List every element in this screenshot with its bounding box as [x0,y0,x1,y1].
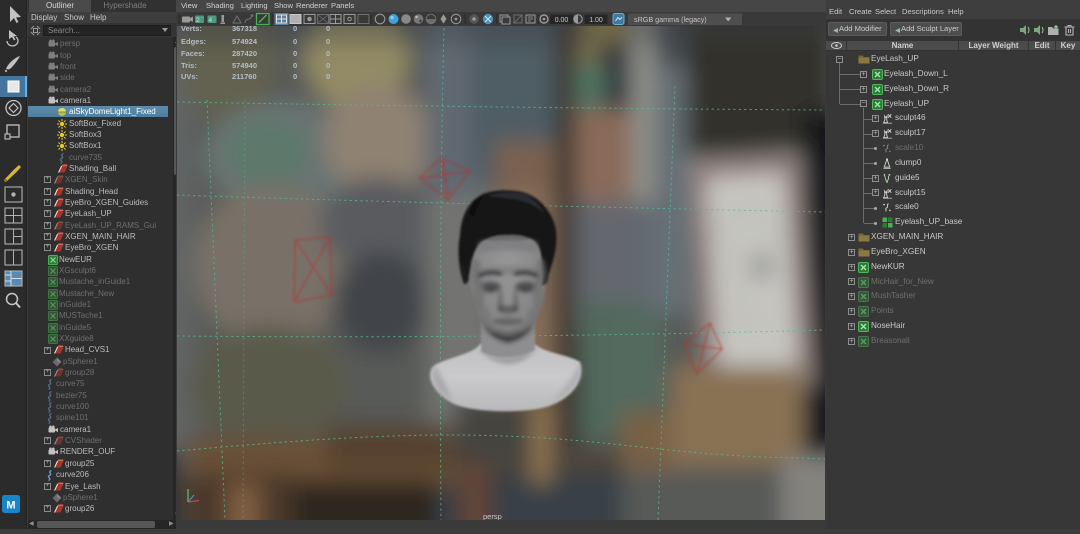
svg-text:sRGB gamma (legacy): sRGB gamma (legacy) [634,15,707,24]
svg-text:1.00: 1.00 [589,17,603,24]
svg-text:4: 4 [209,17,213,24]
svg-text:2: 2 [196,17,200,24]
svg-text:M: M [6,500,15,512]
svg-text:0.00: 0.00 [555,17,569,24]
